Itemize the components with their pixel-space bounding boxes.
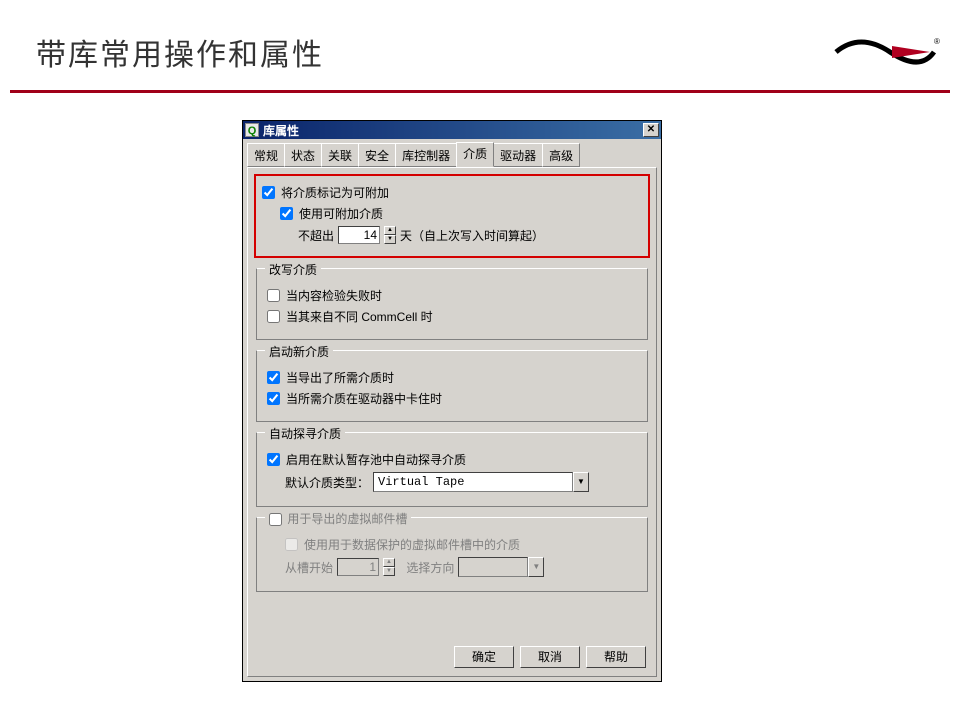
default-media-type-select[interactable]: Virtual Tape (373, 472, 573, 492)
diff-commcell-checkbox[interactable] (267, 310, 280, 323)
tab-libctrl[interactable]: 库控制器 (395, 143, 457, 167)
tab-assoc[interactable]: 关联 (321, 143, 359, 167)
content-fail-checkbox[interactable] (267, 289, 280, 302)
tab-panel-media: 将介质标记为可附加 使用可附加介质 不超出 ▲▼ 天（自上次写入时间算起） 改写… (247, 167, 657, 677)
cancel-button[interactable]: 取消 (520, 646, 580, 668)
autodetect-media-group: 自动探寻介质 启用在默认暂存池中自动探寻介质 默认介质类型： Virtual T… (256, 432, 648, 507)
brand-logo: ® (830, 34, 940, 70)
app-icon: Q (245, 123, 259, 137)
tab-drives[interactable]: 驱动器 (493, 143, 543, 167)
tab-status[interactable]: 状态 (284, 143, 322, 167)
max-days-input[interactable] (338, 226, 380, 244)
max-days-spinner[interactable]: ▲▼ (384, 226, 396, 244)
appendable-media-highlight: 将介质标记为可附加 使用可附加介质 不超出 ▲▼ 天（自上次写入时间算起） (254, 174, 650, 258)
library-properties-dialog: Q 库属性 ✕ 常规 状态 关联 安全 库控制器 介质 驱动器 高级 将介质标记… (242, 120, 662, 682)
tab-bar: 常规 状态 关联 安全 库控制器 介质 驱动器 高级 (243, 139, 661, 167)
direction-label: 选择方向 (406, 559, 454, 576)
max-days-prefix: 不超出 (298, 227, 334, 244)
mark-appendable-checkbox[interactable] (262, 186, 275, 199)
spinner-up-icon[interactable]: ▲ (384, 226, 396, 235)
rewrite-media-group: 改写介质 当内容检验失败时 当其来自不同 CommCell 时 (256, 268, 648, 340)
default-media-type-prefix: 默认介质类型： (285, 474, 369, 491)
slot-start-input (337, 558, 379, 576)
tab-media[interactable]: 介质 (456, 142, 494, 167)
new-media-group: 启动新介质 当导出了所需介质时 当所需介质在驱动器中卡住时 (256, 350, 648, 422)
close-icon[interactable]: ✕ (643, 123, 659, 137)
use-appendable-label: 使用可附加介质 (299, 205, 383, 222)
virtual-mailslot-legend-row: 用于导出的虚拟邮件槽 (265, 510, 411, 527)
spinner-up-icon: ▲ (383, 558, 395, 567)
use-protected-media-label: 使用用于数据保护的虚拟邮件槽中的介质 (304, 536, 520, 553)
media-stuck-label: 当所需介质在驱动器中卡住时 (286, 390, 442, 407)
tab-general[interactable]: 常规 (247, 143, 285, 167)
content-fail-label: 当内容检验失败时 (286, 287, 382, 304)
slot-start-spinner: ▲▼ (383, 558, 395, 576)
export-needed-label: 当导出了所需介质时 (286, 369, 394, 386)
virtual-mailslot-enable-checkbox[interactable] (269, 513, 282, 526)
mark-appendable-label: 将介质标记为可附加 (281, 184, 389, 201)
dialog-button-row: 确定 取消 帮助 (454, 646, 646, 668)
rewrite-media-legend: 改写介质 (265, 261, 321, 278)
header-divider (10, 90, 950, 93)
autodetect-legend: 自动探寻介质 (265, 425, 345, 442)
export-needed-checkbox[interactable] (267, 371, 280, 384)
ok-button[interactable]: 确定 (454, 646, 514, 668)
autodetect-enable-checkbox[interactable] (267, 453, 280, 466)
tab-security[interactable]: 安全 (358, 143, 396, 167)
spinner-down-icon[interactable]: ▼ (384, 235, 396, 244)
use-appendable-checkbox[interactable] (280, 207, 293, 220)
virtual-mailslot-group: 用于导出的虚拟邮件槽 使用用于数据保护的虚拟邮件槽中的介质 从槽开始 ▲▼ 选择… (256, 517, 648, 592)
chevron-down-icon[interactable]: ▼ (573, 472, 589, 492)
direction-select (458, 557, 528, 577)
dialog-titlebar: Q 库属性 ✕ (243, 121, 661, 139)
spinner-down-icon: ▼ (383, 567, 395, 576)
help-button[interactable]: 帮助 (586, 646, 646, 668)
media-stuck-checkbox[interactable] (267, 392, 280, 405)
max-days-suffix: 天（自上次写入时间算起） (400, 227, 544, 244)
page-title: 带库常用操作和属性 (36, 30, 324, 74)
new-media-legend: 启动新介质 (265, 343, 333, 360)
dialog-title: 库属性 (263, 122, 643, 139)
tab-advanced[interactable]: 高级 (542, 143, 580, 167)
diff-commcell-label: 当其来自不同 CommCell 时 (286, 308, 433, 325)
svg-text:®: ® (934, 37, 940, 46)
use-protected-media-checkbox (285, 538, 298, 551)
chevron-down-icon: ▼ (528, 557, 544, 577)
slot-start-prefix: 从槽开始 (285, 559, 333, 576)
virtual-mailslot-legend: 用于导出的虚拟邮件槽 (287, 512, 407, 526)
autodetect-enable-label: 启用在默认暂存池中自动探寻介质 (286, 451, 466, 468)
